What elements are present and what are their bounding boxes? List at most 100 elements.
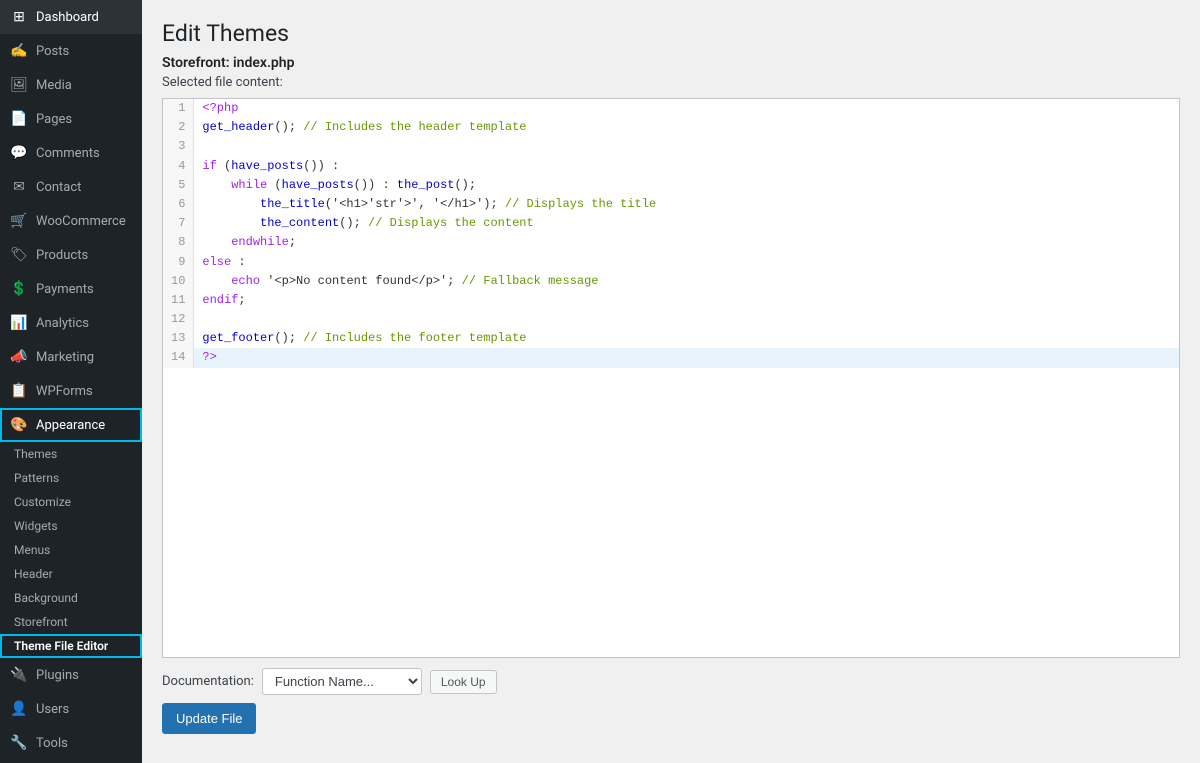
sidebar-item-label: Comments [36, 146, 100, 161]
appearance-icon: 🎨 [10, 416, 28, 434]
sidebar-item-label: WPForms [36, 384, 93, 399]
sidebar-item-plugins[interactable]: 🔌 Plugins [0, 658, 142, 692]
posts-icon: ✍ [10, 42, 28, 60]
line-number: 11 [163, 291, 194, 310]
function-name-select[interactable]: Function Name... [262, 668, 422, 695]
sidebar-item-analytics[interactable]: 📊 Analytics [0, 306, 142, 340]
line-code: the_title('<h1>'str'>', '</h1>'); // Dis… [194, 195, 1179, 214]
line-code: endwhile; [194, 233, 1179, 252]
line-code: get_header(); // Includes the header tem… [194, 118, 1179, 137]
sidebar-item-products[interactable]: 🏷 Products [0, 238, 142, 272]
line-number: 10 [163, 272, 194, 291]
doc-label: Documentation: [162, 674, 254, 689]
table-row: 6 the_title('<h1>'str'>', '</h1>'); // D… [163, 195, 1179, 214]
line-code [194, 137, 1179, 156]
line-number: 6 [163, 195, 194, 214]
sidebar-item-tools[interactable]: 🔧 Tools [0, 726, 142, 760]
sidebar-item-posts[interactable]: ✍ Posts [0, 34, 142, 68]
sidebar-item-label: WooCommerce [36, 214, 126, 229]
code-editor[interactable]: 1<?php2get_header(); // Includes the hea… [162, 98, 1180, 658]
sidebar-item-label: Plugins [36, 668, 79, 683]
submenu-theme-file-editor[interactable]: Theme File Editor [0, 634, 142, 658]
page-title: Edit Themes [162, 20, 1180, 47]
line-number: 9 [163, 253, 194, 272]
sidebar-item-comments[interactable]: 💬 Comments [0, 136, 142, 170]
line-number: 13 [163, 329, 194, 348]
table-row: 7 the_content(); // Displays the content [163, 214, 1179, 233]
pages-icon: 📄 [10, 110, 28, 128]
submenu-storefront[interactable]: Storefront [0, 610, 142, 634]
table-row: 5 while (have_posts()) : the_post(); [163, 176, 1179, 195]
documentation-row: Documentation: Function Name... Look Up [162, 668, 1180, 695]
look-up-button[interactable]: Look Up [430, 670, 497, 694]
comments-icon: 💬 [10, 144, 28, 162]
sidebar-item-label: Products [36, 248, 88, 263]
sidebar-item-pages[interactable]: 📄 Pages [0, 102, 142, 136]
update-file-button[interactable]: Update File [162, 703, 256, 734]
sidebar-item-label: Pages [36, 112, 72, 127]
sidebar-item-appearance[interactable]: 🎨 Appearance [0, 408, 142, 442]
table-row: 13get_footer(); // Includes the footer t… [163, 329, 1179, 348]
table-row: 10 echo '<p>No content found</p>'; // Fa… [163, 272, 1179, 291]
line-number: 12 [163, 310, 194, 329]
dashboard-icon: ⊞ [10, 8, 28, 26]
marketing-icon: 📣 [10, 348, 28, 366]
table-row: 4if (have_posts()) : [163, 157, 1179, 176]
submenu-header[interactable]: Header [0, 562, 142, 586]
sidebar-item-label: Posts [36, 44, 69, 59]
line-number: 3 [163, 137, 194, 156]
table-row: 2get_header(); // Includes the header te… [163, 118, 1179, 137]
payments-icon: 💲 [10, 280, 28, 298]
sidebar-item-marketing[interactable]: 📣 Marketing [0, 340, 142, 374]
line-code: the_content(); // Displays the content [194, 214, 1179, 233]
line-code [194, 310, 1179, 329]
woocommerce-icon: 🛒 [10, 212, 28, 230]
sidebar-item-label: Tools [36, 736, 68, 751]
media-icon: 🖼 [10, 76, 28, 94]
line-code: get_footer(); // Includes the footer tem… [194, 329, 1179, 348]
line-number: 8 [163, 233, 194, 252]
submenu-patterns[interactable]: Patterns [0, 466, 142, 490]
sidebar-item-label: Users [36, 702, 69, 717]
wpforms-icon: 📋 [10, 382, 28, 400]
line-code: while (have_posts()) : the_post(); [194, 176, 1179, 195]
sidebar-item-payments[interactable]: 💲 Payments [0, 272, 142, 306]
selected-file-label: Selected file content: [162, 75, 1180, 90]
sidebar-item-media[interactable]: 🖼 Media [0, 68, 142, 102]
sidebar-item-label: Marketing [36, 350, 94, 365]
line-number: 14 [163, 348, 194, 367]
users-icon: 👤 [10, 700, 28, 718]
sidebar-item-woocommerce[interactable]: 🛒 WooCommerce [0, 204, 142, 238]
table-row: 3 [163, 137, 1179, 156]
plugins-icon: 🔌 [10, 666, 28, 684]
sidebar-item-dashboard[interactable]: ⊞ Dashboard [0, 0, 142, 34]
contact-icon: ✉ [10, 178, 28, 196]
line-code: endif; [194, 291, 1179, 310]
sidebar-item-contact[interactable]: ✉ Contact [0, 170, 142, 204]
line-number: 4 [163, 157, 194, 176]
line-code: if (have_posts()) : [194, 157, 1179, 176]
line-code: <?php [194, 99, 1179, 118]
line-code: else : [194, 253, 1179, 272]
submenu-background[interactable]: Background [0, 586, 142, 610]
file-subtitle: Storefront: index.php [162, 55, 1180, 71]
sidebar-item-label: Media [36, 78, 72, 93]
line-number: 5 [163, 176, 194, 195]
submenu-menus[interactable]: Menus [0, 538, 142, 562]
line-number: 2 [163, 118, 194, 137]
table-row: 8 endwhile; [163, 233, 1179, 252]
table-row: 14?> [163, 348, 1179, 367]
sidebar-item-users[interactable]: 👤 Users [0, 692, 142, 726]
products-icon: 🏷 [10, 246, 28, 264]
analytics-icon: 📊 [10, 314, 28, 332]
sidebar-item-label: Analytics [36, 316, 89, 331]
line-number: 1 [163, 99, 194, 118]
submenu-widgets[interactable]: Widgets [0, 514, 142, 538]
table-row: 11endif; [163, 291, 1179, 310]
sidebar-item-wpforms[interactable]: 📋 WPForms [0, 374, 142, 408]
submenu-themes[interactable]: Themes [0, 442, 142, 466]
sidebar-item-label: Dashboard [36, 10, 99, 25]
table-row: 9else : [163, 253, 1179, 272]
line-code: ?> [194, 348, 1179, 367]
submenu-customize[interactable]: Customize [0, 490, 142, 514]
